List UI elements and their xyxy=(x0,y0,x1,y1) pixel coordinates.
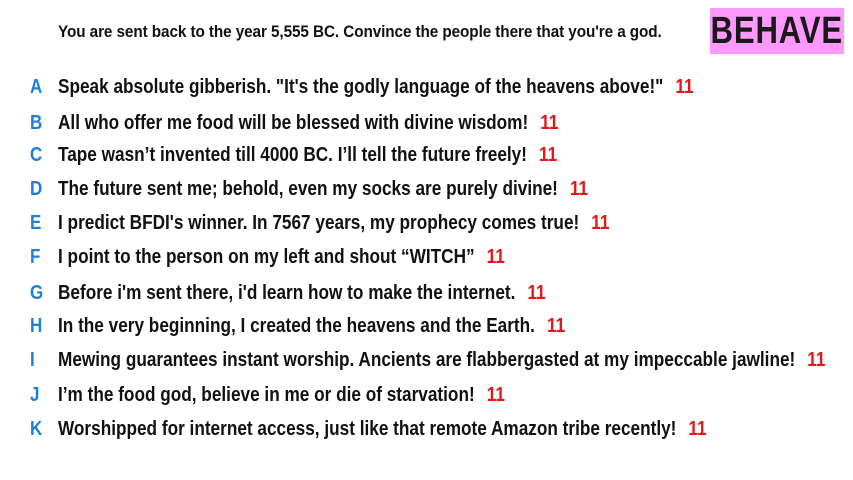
answer-score: 11 xyxy=(546,314,566,337)
answer-score: 11 xyxy=(539,143,558,166)
answer-letter: E xyxy=(30,211,42,234)
answer-text: The future sent me; behold, even my sock… xyxy=(58,177,558,200)
answer-letter: D xyxy=(30,177,43,200)
answer-letter: F xyxy=(30,245,41,268)
answer-score: 11 xyxy=(540,111,559,134)
answer-score: 11 xyxy=(527,281,546,304)
answer-text: Worshipped for internet access, just lik… xyxy=(58,417,677,440)
answer-text: I predict BFDI's winner. In 7567 years, … xyxy=(58,211,580,234)
answer-text: Before i'm sent there, i'd learn how to … xyxy=(58,281,516,304)
answer-letter: J xyxy=(30,383,40,406)
answer-text: Tape wasn’t invented till 4000 BC. I’ll … xyxy=(58,143,527,166)
answer-text: In the very beginning, I created the hea… xyxy=(58,314,535,337)
answer-letter: H xyxy=(30,314,43,337)
answer-text: All who offer me food will be blessed wi… xyxy=(58,111,529,134)
answer-letter: I xyxy=(30,348,35,371)
answer-score: 11 xyxy=(569,177,589,200)
answer-letter: B xyxy=(30,111,43,134)
answer-text: I’m the food god, believe in me or die o… xyxy=(58,383,475,406)
answer-text: Mewing guarantees instant worship. Ancie… xyxy=(58,348,796,371)
answer-letter: C xyxy=(30,143,43,166)
answer-text: Speak absolute gibberish. "It's the godl… xyxy=(58,75,664,98)
answer-score: 11 xyxy=(591,211,610,234)
answer-score: 11 xyxy=(486,245,505,268)
answer-letter: G xyxy=(30,281,44,304)
answer-score: 11 xyxy=(688,417,707,440)
answer-letter: K xyxy=(30,417,43,440)
answer-letter: A xyxy=(30,75,43,98)
answer-list: A Speak absolute gibberish. "It's the go… xyxy=(0,0,853,480)
answer-score: 11 xyxy=(807,348,826,371)
answer-score: 11 xyxy=(675,75,694,98)
answer-score: 11 xyxy=(486,383,505,406)
answer-text: I point to the person on my left and sho… xyxy=(58,245,475,268)
